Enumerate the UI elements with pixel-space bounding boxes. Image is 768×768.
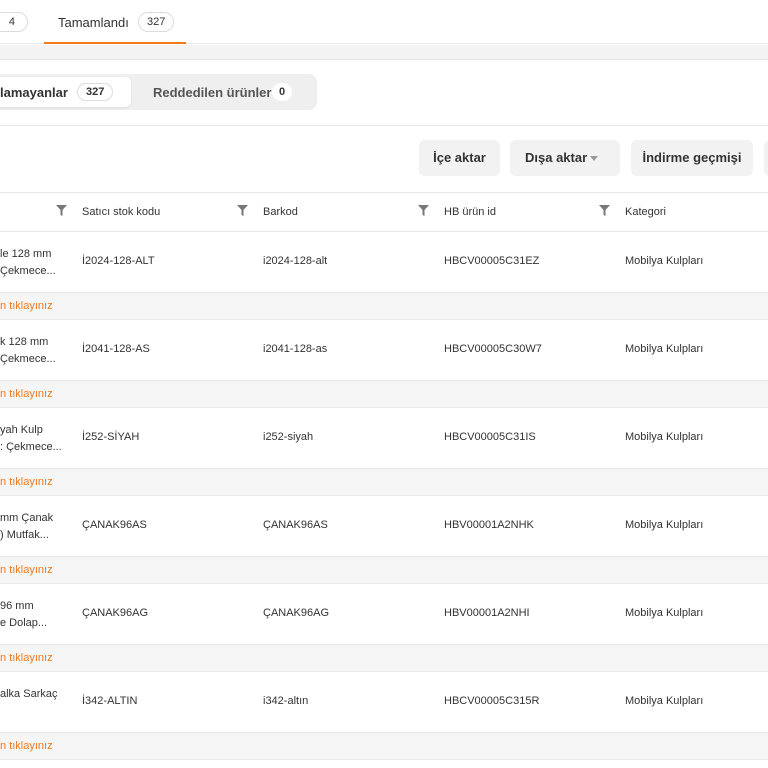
hb-id: HBV00001A2NHI — [444, 607, 530, 619]
filter-icon[interactable] — [56, 205, 67, 216]
hb-id: HBV00001A2NHK — [444, 519, 534, 531]
barcode: ÇANAK96AS — [263, 519, 328, 531]
product-name: le 128 mm Çekmece... — [0, 248, 56, 277]
barcode: i2041-128-as — [263, 343, 328, 355]
filter-segment: lamayanlar 327 Reddedilen ürünler 0 — [0, 74, 317, 110]
filter-icon[interactable] — [599, 205, 610, 216]
details-link[interactable]: n tıklayınız — [0, 564, 53, 576]
hb-id: HBCV00005C31IS — [444, 431, 536, 443]
category: Mobilya Kulpları — [625, 519, 704, 531]
hb-id: HBCV00005C31EZ — [444, 255, 540, 267]
stock-code: İ2041-128-AS — [82, 343, 150, 355]
table-row[interactable]: k 128 mm Çekmece... İ2041-128-AS i2041-1… — [0, 320, 768, 381]
table-row[interactable]: yah Kulp : Çekmece... İ252-SİYAH i252-si… — [0, 408, 768, 469]
filter-icon[interactable] — [237, 205, 248, 216]
filter-icon[interactable] — [418, 205, 429, 216]
category: Mobilya Kulpları — [625, 255, 704, 267]
divider — [0, 125, 768, 126]
stock-code: İ252-SİYAH — [82, 431, 140, 443]
details-link[interactable]: n tıklayınız — [0, 476, 53, 488]
column-header-category: Kategori — [625, 206, 666, 218]
barcode: i2024-128-alt — [263, 255, 328, 267]
details-link[interactable]: n tıklayınız — [0, 652, 53, 664]
product-name: 96 mm e Dolap... — [0, 600, 48, 629]
tab-previous-count[interactable]: 4 — [0, 12, 28, 32]
product-name: alka Sarkaç — [0, 688, 58, 700]
row-note: n tıklayınız — [0, 293, 768, 320]
column-header-hb-id: HB ürün id — [444, 206, 496, 218]
table-row[interactable]: alka Sarkaç İ342-ALTIN i342-altın HBCV00… — [0, 672, 768, 733]
hb-id: HBCV00005C315R — [444, 695, 540, 707]
row-note: n tıklayınız — [0, 645, 768, 672]
details-link[interactable]: n tıklayınız — [0, 388, 53, 400]
stock-code: İ342-ALTIN — [82, 695, 138, 707]
hb-id: HBCV00005C30W7 — [444, 343, 542, 355]
download-history-button[interactable]: İndirme geçmişi — [631, 140, 753, 176]
table-row[interactable]: mm Çanak ) Mutfak... ÇANAK96AS ÇANAK96AS… — [0, 496, 768, 557]
import-button[interactable]: İçe aktar — [419, 140, 500, 176]
barcode: ÇANAK96AG — [263, 607, 330, 619]
column-header-stock-code: Satıcı stok kodu — [82, 206, 161, 218]
category: Mobilya Kulpları — [625, 343, 704, 355]
status-tabs: 4 Tamamlandı 327 — [0, 0, 768, 44]
barcode: i342-altın — [263, 695, 309, 707]
table-row[interactable]: le 128 mm Çekmece... İ2024-128-ALT i2024… — [0, 232, 768, 293]
product-name: yah Kulp : Çekmece... — [0, 424, 62, 453]
row-note: n tıklayınız — [0, 469, 768, 496]
chevron-down-icon — [590, 156, 598, 161]
details-link[interactable]: n tıklayınız — [0, 740, 53, 752]
tab-completed[interactable]: Tamamlandı 327 — [44, 0, 186, 44]
stock-code: ÇANAK96AG — [82, 607, 149, 619]
segment-unlisted-count: 327 — [77, 83, 114, 101]
segment-rejected-label: Reddedilen ürünler — [153, 85, 272, 100]
table-row[interactable]: 96 mm e Dolap... ÇANAK96AG ÇANAK96AG HBV… — [0, 584, 768, 645]
row-note: n tıklayınız — [0, 557, 768, 584]
category: Mobilya Kulpları — [625, 695, 704, 707]
category: Mobilya Kulpları — [625, 607, 704, 619]
barcode: i252-siyah — [263, 431, 314, 443]
segment-unlisted[interactable]: lamayanlar 327 — [0, 77, 131, 107]
export-button[interactable]: Dışa aktar — [510, 140, 620, 176]
tab-completed-count: 327 — [138, 12, 175, 32]
more-button[interactable] — [764, 140, 768, 176]
category: Mobilya Kulpları — [625, 431, 704, 443]
section-band — [0, 45, 768, 60]
stock-code: ÇANAK96AS — [82, 519, 147, 531]
segment-unlisted-label: lamayanlar — [0, 85, 68, 100]
product-name: mm Çanak ) Mutfak... — [0, 512, 54, 541]
details-link[interactable]: n tıklayınız — [0, 300, 53, 312]
row-note: n tıklayınız — [0, 733, 768, 760]
export-button-label: Dışa aktar — [525, 150, 588, 165]
row-note: n tıklayınız — [0, 381, 768, 408]
segment-rejected-count: 0 — [272, 83, 293, 101]
table-header: Satıcı stok kodu Barkod HB ürün id Kateg… — [0, 192, 768, 232]
stock-code: İ2024-128-ALT — [82, 255, 155, 267]
column-header-barcode: Barkod — [263, 206, 298, 218]
product-name: k 128 mm Çekmece... — [0, 336, 56, 365]
tab-completed-label: Tamamlandı — [58, 15, 129, 30]
